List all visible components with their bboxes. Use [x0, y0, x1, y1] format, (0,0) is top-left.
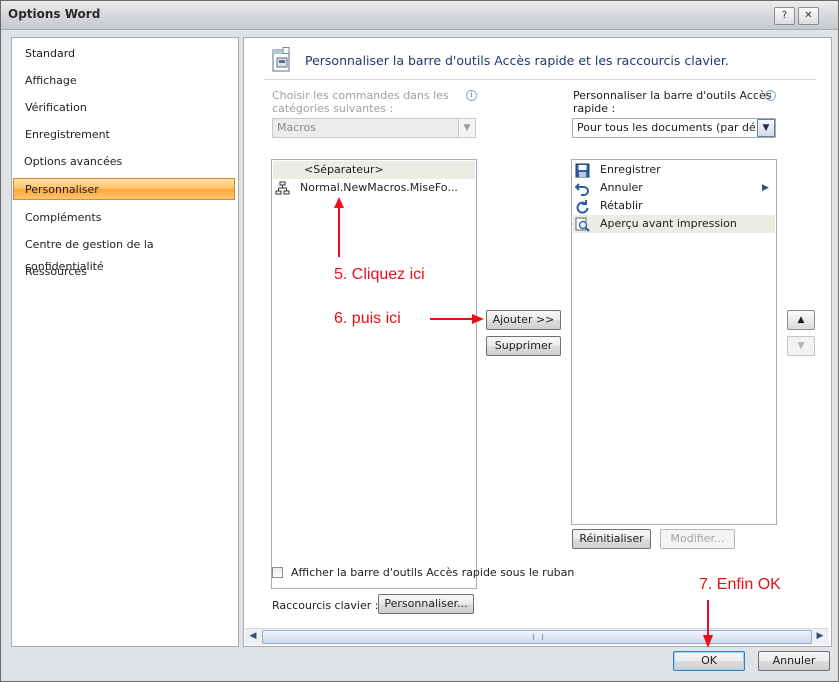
nav-item-complements[interactable]: Compléments: [14, 207, 234, 229]
customize-qat-label-line2: rapide :: [573, 102, 616, 115]
customize-qat-label-line1: Personnaliser la barre d'outils Accès: [573, 89, 772, 102]
annotation-step7: 7. Enfin OK: [699, 576, 781, 593]
command-category-select[interactable]: Macros ▼: [272, 118, 476, 138]
content-panel: Personnaliser la barre d'outils Accès ra…: [243, 37, 832, 647]
document-scope-select[interactable]: Pour tous les documents (par dé... ▼: [572, 118, 776, 138]
command-category-value: Macros: [277, 121, 317, 134]
header-divider: [264, 79, 816, 80]
title-bar: Options Word ? ✕: [1, 1, 838, 30]
print-preview-icon: [575, 217, 590, 232]
arrow-down-icon: ▼: [797, 341, 805, 351]
page-title: Personnaliser la barre d'outils Accès ra…: [305, 53, 729, 68]
horizontal-scrollbar[interactable]: ◀ ▶: [245, 628, 829, 645]
undo-icon: [575, 183, 589, 196]
nav-item-affichage[interactable]: Affichage: [14, 70, 234, 92]
choose-commands-label-line2: catégories suivantes :: [272, 102, 394, 115]
scroll-right-icon[interactable]: ▶: [812, 629, 828, 644]
cancel-button[interactable]: Annuler: [758, 651, 830, 671]
nav-item-options-avancees[interactable]: Options avancées: [14, 151, 234, 173]
arrow-up-icon: ▲: [797, 315, 805, 325]
nav-item-personnaliser[interactable]: Personnaliser: [13, 178, 235, 200]
save-icon: [575, 163, 590, 178]
choose-commands-label-line1: Choisir les commandes dans les: [272, 89, 449, 102]
customize-qat-label: Personnaliser la barre d'outils Accès ra…: [573, 89, 771, 115]
list-item-print-preview[interactable]: Aperçu avant impression: [573, 215, 775, 233]
quick-access-icon: [272, 47, 290, 72]
annotation-step6: 6. puis ici: [334, 310, 401, 327]
shortcuts-label: Raccourcis clavier :: [272, 599, 379, 612]
category-nav: Standard Affichage Vérification Enregist…: [11, 37, 239, 647]
grip-icon: [533, 634, 543, 640]
chevron-down-icon: ▼: [458, 119, 475, 137]
customize-shortcuts-button[interactable]: Personnaliser...: [378, 594, 474, 614]
list-item-undo[interactable]: Annuler ▶: [573, 179, 775, 197]
window-title: Options Word: [8, 7, 101, 21]
move-up-button[interactable]: ▲: [787, 310, 815, 330]
macro-icon: [275, 181, 290, 195]
nav-item-standard[interactable]: Standard: [14, 43, 234, 65]
close-icon: ✕: [804, 10, 813, 21]
undo-label: Annuler: [600, 181, 643, 194]
qat-commands-list[interactable]: Enregistrer Annuler ▶ Rétablir Aperçu av…: [571, 159, 777, 525]
macro-label: Normal.NewMacros.MiseFo...: [300, 181, 458, 194]
info-icon: i: [466, 90, 477, 101]
show-below-ribbon-label[interactable]: Afficher la barre d'outils Accès rapide …: [291, 566, 574, 579]
move-down-button[interactable]: ▼: [787, 336, 815, 356]
list-item-save[interactable]: Enregistrer: [573, 161, 775, 179]
chevron-down-icon: ▼: [757, 119, 775, 137]
scroll-left-icon[interactable]: ◀: [245, 629, 261, 644]
annotation-step5: 5. Cliquez ici: [334, 266, 425, 283]
add-button[interactable]: Ajouter >>: [486, 310, 561, 330]
reset-button[interactable]: Réinitialiser: [572, 529, 651, 549]
list-item-redo[interactable]: Rétablir: [573, 197, 775, 215]
nav-item-centre-confidentialite[interactable]: Centre de gestion de la confidentialité: [14, 234, 234, 273]
nav-item-ressources[interactable]: Ressources: [14, 261, 234, 283]
redo-icon: [576, 200, 589, 214]
submenu-arrow-icon: ▶: [762, 183, 769, 193]
available-commands-list[interactable]: <Séparateur> Normal.NewMacros.MiseFo...: [271, 159, 477, 589]
remove-button[interactable]: Supprimer: [486, 336, 561, 356]
info-icon: i: [765, 90, 776, 101]
list-item-macro[interactable]: Normal.NewMacros.MiseFo...: [273, 179, 475, 197]
choose-commands-label: Choisir les commandes dans les catégorie…: [272, 89, 449, 115]
show-below-ribbon-checkbox[interactable]: [272, 567, 283, 578]
save-label: Enregistrer: [600, 163, 661, 176]
modify-button[interactable]: Modifier...: [660, 529, 735, 549]
scrollbar-thumb[interactable]: [262, 630, 812, 644]
document-scope-value: Pour tous les documents (par dé...: [577, 121, 767, 134]
nav-item-enregistrement[interactable]: Enregistrement: [14, 124, 234, 146]
help-button[interactable]: ?: [774, 7, 795, 25]
redo-label: Rétablir: [600, 199, 643, 212]
list-item-separator[interactable]: <Séparateur>: [273, 161, 475, 179]
ok-button[interactable]: OK: [673, 651, 745, 671]
print-preview-label: Aperçu avant impression: [600, 217, 737, 230]
close-button[interactable]: ✕: [798, 7, 819, 25]
nav-item-verification[interactable]: Vérification: [14, 97, 234, 119]
